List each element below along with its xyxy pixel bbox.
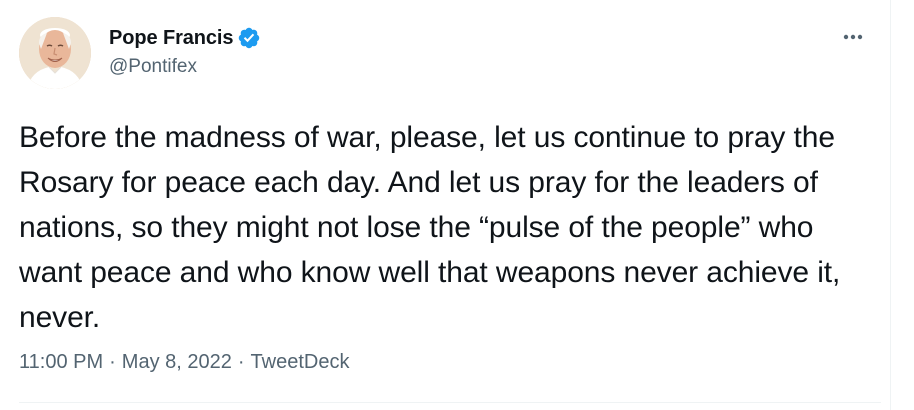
tweet-source-link[interactable]: TweetDeck <box>251 351 350 374</box>
author-display-name[interactable]: Pope Francis <box>109 27 234 50</box>
more-horizontal-icon <box>843 34 863 40</box>
tweet-card: Pope Francis @Pontifex Before the madnes… <box>0 0 891 410</box>
author-handle[interactable]: @Pontifex <box>109 56 197 78</box>
meta-separator: · <box>109 351 116 373</box>
author-name-row[interactable]: Pope Francis <box>109 26 261 50</box>
tweet-metadata: 11:00 PM · May 8, 2022 · TweetDeck <box>19 351 349 374</box>
more-options-button[interactable] <box>838 26 868 48</box>
tweet-timestamp-date[interactable]: May 8, 2022 <box>122 351 232 374</box>
divider <box>19 402 881 403</box>
verified-badge-icon <box>237 26 261 50</box>
tweet-text: Before the madness of war, please, let u… <box>19 121 841 334</box>
tweet-timestamp-time[interactable]: 11:00 PM <box>19 351 103 374</box>
portrait-avatar-icon <box>19 17 91 89</box>
meta-separator: · <box>237 351 245 373</box>
avatar[interactable] <box>19 17 91 89</box>
